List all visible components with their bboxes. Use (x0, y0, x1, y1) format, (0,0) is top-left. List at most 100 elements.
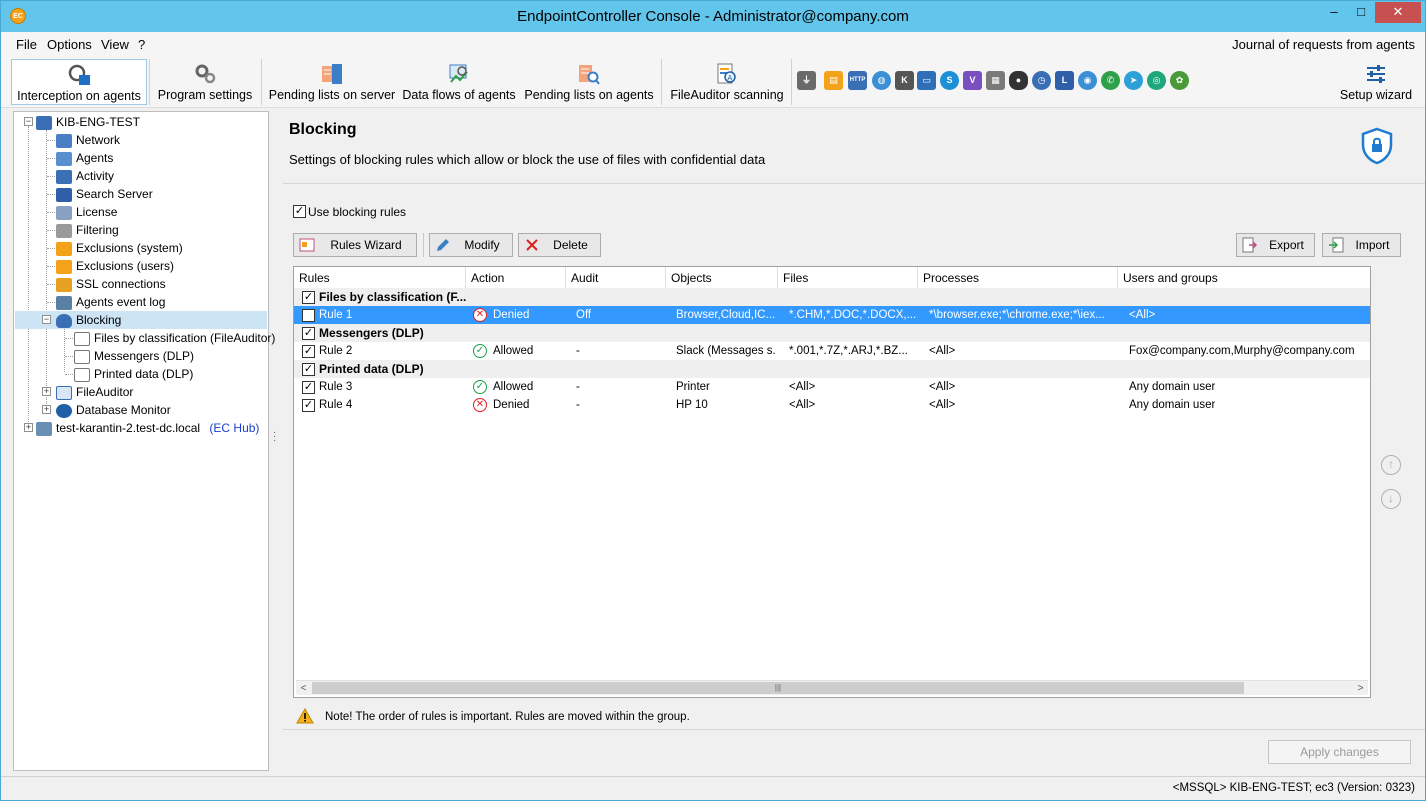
webcam-icon[interactable]: ◉ (1078, 71, 1097, 90)
telegram-icon[interactable]: ➤ (1124, 71, 1143, 90)
menu-view[interactable]: View (101, 37, 129, 52)
col-header-processes[interactable]: Processes (918, 267, 1118, 289)
skype-icon[interactable]: S (940, 71, 959, 90)
tree-node-exclusions-users[interactable]: Exclusions (users) (56, 257, 174, 275)
tab-fileauditor-scanning[interactable]: A FileAuditor scanning (668, 59, 786, 105)
rules-wizard-button[interactable]: Rules Wizard (293, 233, 417, 257)
col-header-users[interactable]: Users and groups (1118, 267, 1370, 289)
scroll-left-icon[interactable]: < (296, 681, 311, 696)
tree-node-root[interactable]: KIB-ENG-TEST (36, 113, 140, 131)
modify-button[interactable]: Modify (429, 233, 513, 257)
tree-node-fileauditor[interactable]: FileAuditor (56, 383, 133, 401)
menu-help[interactable]: ? (138, 37, 145, 52)
rule-name: Rule 4 (319, 399, 353, 411)
rule-users: <All> (1129, 309, 1156, 321)
horizontal-scrollbar[interactable]: < ||| > (296, 680, 1368, 695)
tree-expand-fileauditor[interactable]: + (42, 387, 51, 396)
tab-program-settings[interactable]: Program settings (153, 59, 257, 105)
tree-label: Files by classification (FileAuditor) (94, 331, 276, 345)
table-group-row[interactable]: ✓ Printed data (DLP) (294, 360, 1370, 378)
tree-node-search-server[interactable]: Search Server (56, 185, 153, 203)
table-row[interactable]: ✓ Rule 4 ✕ Denied - HP 10 <All> <All> Any… (294, 396, 1370, 414)
shield-icon (56, 313, 72, 328)
apply-changes-button[interactable]: Apply changes (1268, 740, 1411, 764)
move-down-icon[interactable]: ↓ (1381, 489, 1401, 509)
panel-splitter[interactable]: · · · (273, 428, 279, 446)
tree-label: Filtering (76, 223, 119, 237)
tab-interception-on-agents[interactable]: Interception on agents (11, 59, 147, 105)
tree-node-files-by-classification[interactable]: Files by classification (FileAuditor) (74, 329, 275, 347)
tree-node-activity[interactable]: Activity (56, 167, 114, 185)
viber-icon[interactable]: V (963, 71, 982, 90)
export-button[interactable]: Export (1236, 233, 1315, 257)
monitor-icon[interactable]: ▭ (917, 71, 936, 90)
use-blocking-rules-checkbox[interactable]: ✓ (293, 205, 306, 218)
col-header-audit[interactable]: Audit (566, 267, 666, 289)
lync-icon[interactable]: L (1055, 71, 1074, 90)
svg-text:A: A (728, 75, 733, 82)
tab-pending-lists-server[interactable]: Pending lists on server (268, 59, 396, 105)
tree-node-exclusions-system[interactable]: Exclusions (system) (56, 239, 183, 257)
delete-button[interactable]: Delete (518, 233, 601, 257)
table-row[interactable]: ✓ Rule 3 ✓ Allowed - Printer <All> <All> … (294, 378, 1370, 396)
microphone-icon[interactable]: ● (1009, 71, 1028, 90)
tree-label: Agents event log (76, 295, 166, 309)
maximize-button[interactable]: □ (1348, 2, 1374, 23)
http-icon[interactable]: HTTP (848, 71, 867, 90)
rule-checkbox[interactable]: ✓ (302, 381, 315, 394)
action-label: Allowed (493, 345, 534, 357)
icq-icon[interactable]: ✿ (1170, 71, 1189, 90)
tree-node-blocking[interactable]: Blocking (15, 311, 267, 329)
rule-checkbox[interactable]: ✓ (302, 309, 315, 322)
group-checkbox[interactable]: ✓ (302, 291, 315, 304)
tree-expand-database-monitor[interactable]: + (42, 405, 51, 414)
col-header-objects[interactable]: Objects (666, 267, 778, 289)
keyboard-icon[interactable]: K (895, 71, 914, 90)
tree-node-messengers[interactable]: Messengers (DLP) (74, 347, 194, 365)
tree-node-agents-event-log[interactable]: Agents event log (56, 293, 165, 311)
col-header-action[interactable]: Action (466, 267, 566, 289)
clock-icon[interactable]: ◷ (1032, 71, 1051, 90)
printer-icon[interactable]: ▦ (986, 71, 1005, 90)
tree-node-ssl-connections[interactable]: SSL connections (56, 275, 166, 293)
tree-node-database-monitor[interactable]: Database Monitor (56, 401, 171, 419)
group-checkbox[interactable]: ✓ (302, 363, 315, 376)
col-header-rules[interactable]: Rules (294, 267, 466, 289)
tree-collapse-root[interactable]: − (24, 117, 33, 126)
col-header-files[interactable]: Files (778, 267, 918, 289)
minimize-button[interactable]: – (1321, 2, 1347, 23)
menu-file[interactable]: File (16, 37, 37, 52)
close-button[interactable]: ✕ (1375, 2, 1421, 23)
table-group-row[interactable]: ✓ Messengers (DLP) (294, 324, 1370, 342)
chat-icon[interactable]: ◎ (1147, 71, 1166, 90)
globe-icon[interactable]: ◍ (872, 71, 891, 90)
table-row[interactable]: ✓ Rule 1 ✕ Denied Off Browser,Cloud,IC...… (294, 306, 1370, 324)
table-group-row[interactable]: ✓ Files by classification (F... (294, 288, 1370, 306)
group-checkbox[interactable]: ✓ (302, 327, 315, 340)
tree-node-network[interactable]: Network (56, 131, 120, 149)
usb-icon[interactable]: ⏚ (797, 71, 816, 90)
tab-data-flows[interactable]: Data flows of agents (401, 59, 517, 105)
rule-checkbox[interactable]: ✓ (302, 399, 315, 412)
tree-node-filtering[interactable]: Filtering (56, 221, 119, 239)
import-button[interactable]: Import (1322, 233, 1401, 257)
tree-node-hub[interactable]: test-karantin-2.test-dc.local (EC Hub) (36, 419, 259, 437)
scroll-right-icon[interactable]: > (1353, 681, 1368, 696)
tab-pending-lists-agents[interactable]: Pending lists on agents (523, 59, 655, 105)
navigation-tree: − KIB-ENG-TEST Network Agents Activity S… (13, 111, 275, 771)
button-label: Export (1269, 238, 1304, 252)
scroll-thumb[interactable]: ||| (312, 682, 1244, 694)
rule-checkbox[interactable]: ✓ (302, 345, 315, 358)
folder-share-icon[interactable]: ▤ (824, 71, 843, 90)
tree-node-printed-data[interactable]: Printed data (DLP) (74, 365, 193, 383)
table-row[interactable]: ✓ Rule 2 ✓ Allowed - Slack (Messages s...… (294, 342, 1370, 360)
journal-link[interactable]: Journal of requests from agents (1232, 37, 1415, 52)
tree-expand-hub[interactable]: + (24, 423, 33, 432)
tree-node-license[interactable]: License (56, 203, 117, 221)
whatsapp-icon[interactable]: ✆ (1101, 71, 1120, 90)
tree-collapse-blocking[interactable]: − (42, 315, 51, 324)
menu-options[interactable]: Options (47, 37, 92, 52)
setup-wizard-button[interactable]: Setup wizard (1337, 59, 1415, 105)
tree-node-agents[interactable]: Agents (56, 149, 113, 167)
move-up-icon[interactable]: ↑ (1381, 455, 1401, 475)
